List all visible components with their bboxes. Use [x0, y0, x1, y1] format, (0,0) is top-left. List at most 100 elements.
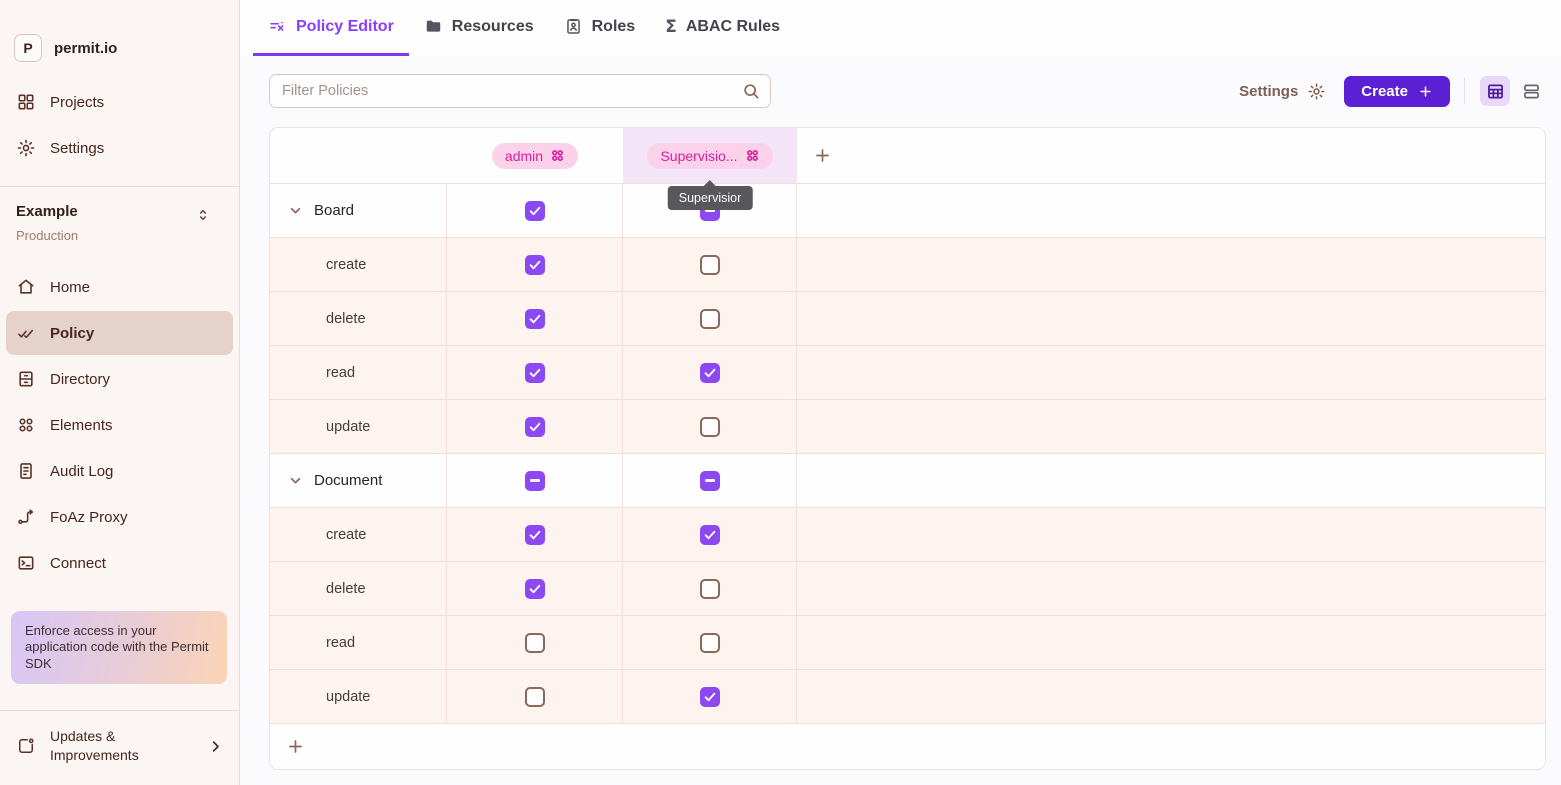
sidebar: P permit.io Projects Settings Example Pro…: [0, 0, 240, 785]
sidebar-item-elements[interactable]: Elements: [6, 403, 233, 447]
permission-checkbox-unchecked[interactable]: [700, 309, 720, 329]
permission-checkbox-checked[interactable]: [525, 579, 545, 599]
action-label: update: [270, 689, 370, 705]
permission-cell: [623, 399, 797, 453]
action-cell: create: [270, 237, 447, 291]
tab-label: Resources: [452, 18, 534, 36]
permission-checkbox-unchecked[interactable]: [700, 255, 720, 275]
divider: [1464, 78, 1465, 104]
search-icon[interactable]: [741, 81, 761, 101]
grid-icon: [16, 92, 36, 112]
connect-icon: [16, 553, 36, 573]
policy-table: admin Supervisio...Boardcreatedeleteread…: [269, 127, 1546, 770]
tab-abac-rules[interactable]: Σ ABAC Rules: [650, 0, 795, 56]
list-view-toggle[interactable]: [1516, 76, 1546, 106]
permission-checkbox-checked[interactable]: [525, 363, 545, 383]
tab-label: Policy Editor: [296, 18, 394, 36]
action-label: read: [270, 365, 355, 381]
sidebar-nav: Home Policy Directory Elements Audit Log FoAz…: [0, 263, 239, 587]
resource-cell: Board: [270, 183, 447, 237]
filter-policies-input[interactable]: [269, 74, 771, 108]
permission-checkbox-unchecked[interactable]: [525, 633, 545, 653]
permission-checkbox-checked[interactable]: [700, 363, 720, 383]
elements-icon: [16, 415, 36, 435]
table-view-toggle[interactable]: [1480, 76, 1510, 106]
permission-cell: [447, 291, 623, 345]
role-badge[interactable]: Supervisio...: [647, 143, 772, 169]
chevron-updown-icon[interactable]: [195, 207, 211, 223]
permission-cell: [623, 669, 797, 723]
role-icon: [550, 148, 565, 163]
sidebar-item-label: Elements: [50, 417, 113, 434]
sidebar-item-policy[interactable]: Policy: [6, 311, 233, 355]
empty-cell: [797, 291, 1545, 345]
folder-icon: [424, 17, 443, 36]
permission-checkbox-indeterminate[interactable]: [525, 471, 545, 491]
tab-resources[interactable]: Resources: [409, 0, 549, 56]
sidebar-item-label: Connect: [50, 555, 106, 572]
role-badge-label: admin: [505, 148, 543, 164]
add-resource-button[interactable]: [286, 737, 305, 756]
permission-checkbox-unchecked[interactable]: [700, 417, 720, 437]
directory-icon: [16, 369, 36, 389]
action-cell: delete: [270, 561, 447, 615]
sidebar-item-audit-log[interactable]: Audit Log: [6, 449, 233, 493]
sidebar-item-label: Settings: [50, 140, 104, 157]
permission-checkbox-checked[interactable]: [525, 525, 545, 545]
permission-checkbox-checked[interactable]: [525, 201, 545, 221]
sidebar-item-label: Policy: [50, 325, 94, 342]
create-button[interactable]: Create: [1344, 76, 1450, 107]
permission-checkbox-unchecked[interactable]: [700, 633, 720, 653]
permission-checkbox-checked[interactable]: [700, 687, 720, 707]
table-view-icon: [1485, 81, 1506, 102]
permission-checkbox-unchecked[interactable]: [700, 579, 720, 599]
chevron-down-icon[interactable]: [287, 202, 304, 219]
action-cell: create: [270, 507, 447, 561]
action-label: update: [270, 419, 370, 435]
tab-policy-editor[interactable]: Policy Editor: [253, 0, 409, 56]
header-empty-cell: [270, 128, 447, 183]
action-cell: update: [270, 669, 447, 723]
action-cell: delete: [270, 291, 447, 345]
permission-checkbox-checked[interactable]: [525, 417, 545, 437]
sidebar-item-directory[interactable]: Directory: [6, 357, 233, 401]
permission-checkbox-checked[interactable]: [525, 255, 545, 275]
settings-label: Settings: [1239, 83, 1298, 100]
permission-cell: [623, 237, 797, 291]
add-role-cell: [797, 128, 1545, 183]
role-column-header: Supervisio...: [623, 128, 797, 183]
home-icon: [16, 277, 36, 297]
sigma-icon: Σ: [665, 17, 677, 37]
sidebar-item-connect[interactable]: Connect: [6, 541, 233, 585]
add-role-button[interactable]: [813, 146, 832, 165]
workspace-switcher: Example Production: [0, 201, 239, 243]
tab-roles[interactable]: Roles: [549, 0, 651, 56]
permission-checkbox-checked[interactable]: [700, 525, 720, 545]
permission-cell: [447, 615, 623, 669]
sidebar-item-label: FoAz Proxy: [50, 509, 128, 526]
permission-cell: [447, 453, 623, 507]
tab-label: ABAC Rules: [686, 18, 780, 36]
permission-checkbox-unchecked[interactable]: [525, 687, 545, 707]
role-badge[interactable]: admin: [492, 143, 578, 169]
chevron-down-icon[interactable]: [287, 472, 304, 489]
action-label: delete: [270, 311, 366, 327]
updates-improvements-button[interactable]: Updates & Improvements: [14, 721, 225, 771]
brand[interactable]: P permit.io: [14, 34, 223, 62]
sidebar-item-home[interactable]: Home: [6, 265, 233, 309]
action-label: read: [270, 635, 355, 651]
permission-checkbox-checked[interactable]: [525, 309, 545, 329]
permission-checkbox-indeterminate[interactable]: [700, 471, 720, 491]
sidebar-top-nav: Projects Settings: [0, 78, 239, 172]
policy-icon: [16, 323, 36, 344]
filter-wrap: [269, 74, 771, 108]
resource-cell: Document: [270, 453, 447, 507]
empty-cell: [797, 399, 1545, 453]
sidebar-item-projects[interactable]: Projects: [6, 80, 233, 124]
create-label: Create: [1361, 83, 1408, 100]
sidebar-item-settings[interactable]: Settings: [6, 126, 233, 170]
plus-icon: [1418, 84, 1433, 99]
role-tooltip: Supervisior: [668, 186, 753, 210]
policy-settings-button[interactable]: Settings: [1239, 82, 1326, 101]
sidebar-item-foaz-proxy[interactable]: FoAz Proxy: [6, 495, 233, 539]
